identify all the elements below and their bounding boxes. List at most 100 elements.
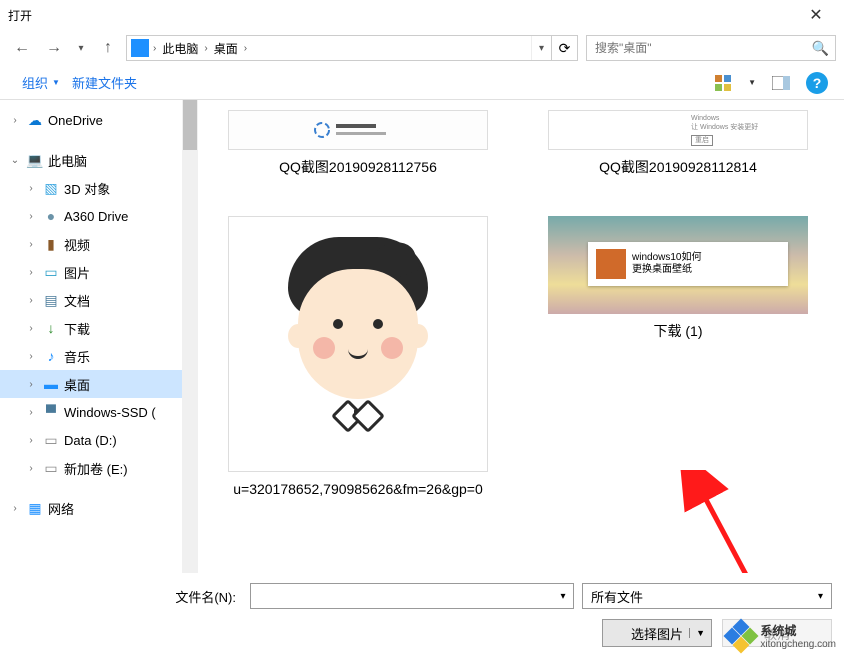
tree-node-datad[interactable]: › ▭ Data (D:) — [0, 426, 198, 454]
search-box[interactable]: 🔍 — [586, 35, 836, 61]
filename-label: 文件名(N): — [12, 587, 242, 606]
datad-icon: ▭ — [42, 431, 60, 449]
desktop-icon: ▬ — [42, 375, 60, 393]
chevron-icon[interactable]: › — [24, 239, 38, 250]
tree-label: 下载 — [64, 319, 90, 338]
chevron-icon[interactable]: › — [24, 183, 38, 194]
tree-node-thispc[interactable]: ⌄ 💻此电脑 — [0, 146, 198, 174]
pictures-icon: ▭ — [42, 263, 60, 281]
breadcrumb-thispc[interactable]: 此电脑 — [156, 40, 204, 57]
videos-icon: ▮ — [42, 235, 60, 253]
file-item[interactable]: u=320178652,790985626&fm=26&gp=0 — [228, 216, 488, 498]
tree-node-music[interactable]: › ♪音乐 — [0, 342, 198, 370]
chevron-icon[interactable]: ⌄ — [8, 155, 22, 166]
filename-input[interactable] — [251, 589, 553, 604]
tree-node-newvol[interactable]: › ▭新加卷 (E:) — [0, 454, 198, 482]
tree-label: 视频 — [64, 235, 90, 254]
up-button[interactable]: ↑ — [94, 34, 122, 62]
file-item[interactable]: Windows让 Windows 安装更好重启 QQ截图201909281128… — [548, 110, 808, 176]
cancel-button[interactable]: 取消 — [722, 619, 832, 647]
tree-node-winssd[interactable]: › ▀ Windows-SSD ( — [0, 398, 198, 426]
view-thumbnails-button[interactable] — [712, 72, 734, 94]
tree-node-a360[interactable]: ›●A360 Drive — [0, 202, 198, 230]
help-button[interactable]: ? — [806, 72, 828, 94]
file-name: u=320178652,790985626&fm=26&gp=0 — [233, 480, 483, 498]
new-folder-button[interactable]: 新建文件夹 — [66, 71, 143, 94]
tree-label: 3D 对象 — [64, 179, 110, 198]
file-list[interactable]: QQ截图20190928112756 Windows让 Windows 安装更好… — [198, 100, 844, 580]
chevron-icon[interactable]: › — [8, 503, 22, 514]
chevron-icon[interactable]: › — [24, 323, 38, 334]
chevron-down-icon[interactable]: ▾ — [553, 591, 573, 602]
tree-node-network[interactable]: ›▦网络 — [0, 494, 198, 522]
new-folder-label: 新建文件夹 — [72, 73, 137, 92]
breadcrumb-desktop[interactable]: 桌面 — [208, 40, 244, 57]
preview-pane-button[interactable] — [770, 72, 792, 94]
app-icon — [596, 249, 626, 279]
docs-icon: ▤ — [42, 291, 60, 309]
file-name: QQ截图20190928112814 — [599, 158, 757, 176]
filter-label: 所有文件 — [591, 587, 643, 606]
chevron-down-icon[interactable]: ▼ — [689, 628, 705, 638]
chevron-icon[interactable]: › — [24, 267, 38, 278]
filename-combo[interactable]: ▾ — [250, 583, 574, 609]
chevron-icon[interactable]: › — [24, 379, 38, 390]
chevron-icon[interactable]: › — [24, 407, 38, 418]
card-subtitle: 更换桌面壁纸 — [632, 264, 701, 276]
chevron-icon[interactable]: › — [8, 115, 22, 126]
forward-button[interactable]: → — [40, 34, 68, 62]
chevron-icon[interactable]: › — [24, 295, 38, 306]
tree-node-pictures[interactable]: › ▭图片 — [0, 258, 198, 286]
file-thumbnail — [228, 110, 488, 150]
winssd-icon: ▀ — [42, 403, 60, 421]
chevron-icon[interactable]: › — [24, 351, 38, 362]
file-thumbnail — [228, 216, 488, 472]
file-item[interactable]: QQ截图20190928112756 — [228, 110, 488, 176]
organize-button[interactable]: 组织 ▼ — [16, 71, 66, 94]
search-icon[interactable]: 🔍 — [812, 40, 829, 57]
chevron-down-icon[interactable]: ▼ — [748, 78, 756, 87]
tree-label: 图片 — [64, 263, 90, 282]
tree-label: 音乐 — [64, 347, 90, 366]
back-button[interactable]: ← — [8, 34, 36, 62]
tree-label: 此电脑 — [48, 151, 87, 170]
file-item[interactable]: windows10如何 更换桌面壁纸 下载 (1) — [548, 216, 808, 498]
address-bar[interactable]: › 此电脑 › 桌面 › ▾ ⟳ — [126, 35, 578, 61]
address-dropdown[interactable]: ▾ — [531, 36, 551, 60]
open-button-label: 选择图片 — [631, 624, 683, 643]
music-icon: ♪ — [42, 347, 60, 365]
tree-label: Windows-SSD ( — [64, 405, 156, 420]
newvol-icon: ▭ — [42, 459, 60, 477]
thispc-icon: 💻 — [26, 151, 44, 169]
location-icon — [131, 39, 149, 57]
chevron-down-icon: ▾ — [818, 591, 823, 602]
scrollbar-track[interactable] — [182, 100, 198, 580]
file-name: 下载 (1) — [654, 322, 703, 340]
file-type-filter[interactable]: 所有文件 ▾ — [582, 583, 832, 609]
dialog-title: 打开 — [8, 7, 796, 24]
close-button[interactable]: ✕ — [796, 5, 836, 25]
3d-icon: ▧ — [42, 179, 60, 197]
tree-node-videos[interactable]: › ▮视频 — [0, 230, 198, 258]
tree-node-downloads[interactable]: ›↓下载 — [0, 314, 198, 342]
tree-node-docs[interactable]: › ▤文档 — [0, 286, 198, 314]
chevron-icon[interactable]: › — [24, 211, 38, 222]
scrollbar-thumb[interactable] — [183, 100, 197, 150]
network-icon: ▦ — [26, 499, 44, 517]
search-input[interactable] — [593, 40, 812, 56]
refresh-button[interactable]: ⟳ — [551, 36, 577, 60]
tree-node-onedrive[interactable]: › ☁ OneDrive — [0, 106, 198, 134]
chevron-icon[interactable]: › — [24, 463, 38, 474]
open-button[interactable]: 选择图片 ▼ — [602, 619, 712, 647]
chevron-icon[interactable]: › — [24, 435, 38, 446]
tree-label: 文档 — [64, 291, 90, 310]
recent-dropdown[interactable]: ▾ — [72, 34, 90, 62]
onedrive-icon: ☁ — [26, 111, 44, 129]
tree-label: 桌面 — [64, 375, 90, 394]
tree-node-3d[interactable]: › ▧3D 对象 — [0, 174, 198, 202]
tree-label: OneDrive — [48, 113, 103, 128]
tree-node-desktop[interactable]: › ▬桌面 — [0, 370, 198, 398]
file-thumbnail: windows10如何 更换桌面壁纸 — [548, 216, 808, 314]
tree-label: Data (D:) — [64, 433, 117, 448]
tree-label: 新加卷 (E:) — [64, 459, 128, 478]
